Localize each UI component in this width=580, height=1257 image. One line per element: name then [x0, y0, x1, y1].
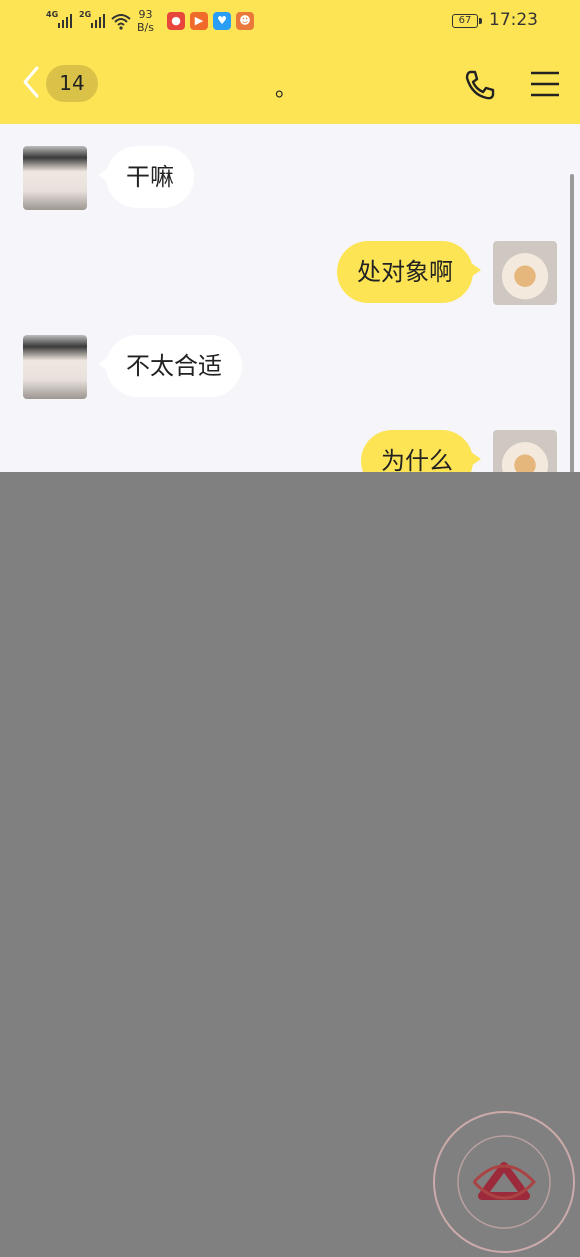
chat-nav-bar: 14 。	[0, 45, 580, 124]
signal-icon	[58, 12, 72, 28]
clock: 17:23	[489, 10, 538, 30]
watermark-logo	[433, 1111, 575, 1253]
message-bubble-incoming[interactable]: 干嘛	[98, 146, 194, 208]
wifi-icon	[111, 14, 131, 30]
signal-type-label: 4G	[46, 10, 59, 19]
message-bubble-outgoing[interactable]: 处对象啊	[337, 241, 481, 303]
phone-call-icon[interactable]	[463, 68, 497, 102]
signal-icon-2	[91, 12, 105, 28]
my-avatar[interactable]	[493, 430, 557, 472]
net-speed-unit: B/s	[137, 21, 154, 34]
app-icon-orange-play: ▶	[190, 12, 208, 30]
app-icon-lion: ☻	[236, 12, 254, 30]
battery-icon: 67	[452, 14, 482, 28]
chat-title: 。	[274, 77, 297, 102]
message-bubble-outgoing[interactable]: 为什么	[361, 430, 481, 472]
net-speed-value: 93	[138, 8, 153, 21]
chat-message-list[interactable]: 干嘛 处对象啊 不太合适 为什么	[0, 124, 580, 472]
back-arrow-icon[interactable]	[20, 65, 42, 99]
contact-avatar[interactable]	[23, 335, 87, 399]
my-avatar[interactable]	[493, 241, 557, 305]
app-icon-red: ●	[167, 12, 185, 30]
header: 4G 2G 93 B/s ● ▶ ♥ ☻ 67 17:23 14 。	[0, 0, 580, 124]
signal-type-label-2: 2G	[79, 10, 92, 19]
menu-icon[interactable]	[530, 70, 560, 98]
unread-count-badge[interactable]: 14	[46, 65, 98, 102]
net-speed: 93 B/s	[137, 8, 154, 34]
scrollbar[interactable]	[570, 174, 574, 472]
message-bubble-incoming[interactable]: 不太合适	[98, 335, 242, 397]
contact-avatar[interactable]	[23, 146, 87, 210]
status-bar: 4G 2G 93 B/s ● ▶ ♥ ☻ 67 17:23	[0, 0, 580, 45]
app-icon-blue: ♥	[213, 12, 231, 30]
